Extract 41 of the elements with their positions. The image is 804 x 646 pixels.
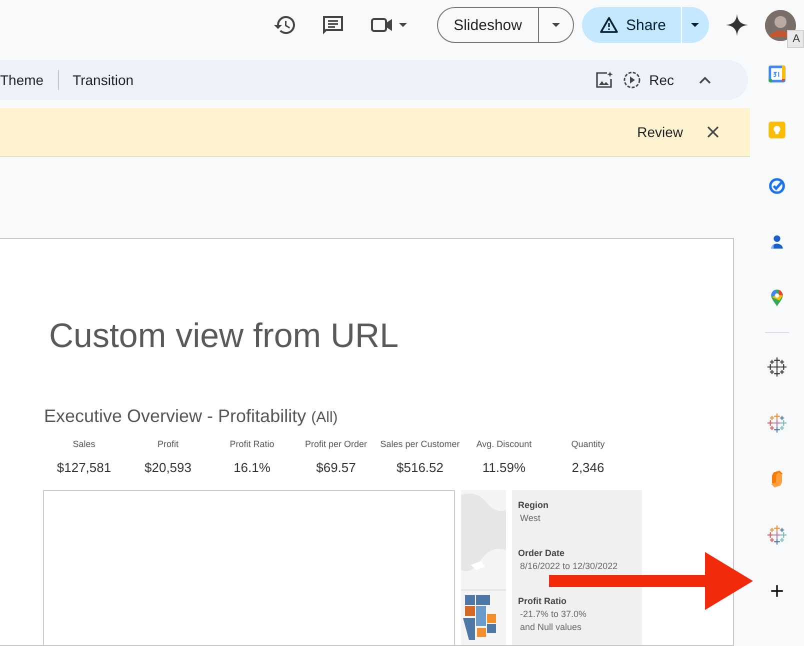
- toolbar-button[interactable]: Transition: [58, 60, 148, 100]
- calendar-icon[interactable]: [767, 64, 787, 84]
- filter-label: Region: [518, 500, 550, 510]
- kpi-label: Profit per Order: [304, 439, 368, 449]
- kpi-value: 11.59%: [482, 460, 526, 475]
- kpi-value: $127,581: [56, 460, 112, 475]
- history-icon[interactable]: [272, 13, 297, 37]
- image-sparkle-icon[interactable]: [595, 71, 614, 89]
- kpi-label: Profit Ratio: [230, 439, 274, 449]
- warning-icon: [600, 16, 618, 34]
- filter-value: -21.7% to 37.0%: [519, 609, 588, 619]
- dashboard-title: Executive Overview - Profitability: [44, 406, 306, 426]
- caret-icon: [550, 20, 561, 30]
- kpi-label: Sales per Customer: [380, 439, 460, 449]
- check-circle-icon[interactable]: [767, 176, 787, 196]
- close-icon[interactable]: [707, 126, 719, 138]
- play-circle-icon: [623, 71, 642, 89]
- kpi-value: $516.52: [396, 460, 444, 475]
- kpi-label: Sales: [72, 439, 96, 449]
- record-button[interactable]: Rec: [613, 60, 684, 100]
- kpi-label: Profit: [157, 439, 178, 449]
- filter-value: and Null values: [519, 622, 583, 632]
- kpi-value: 2,346: [572, 460, 604, 475]
- review-button[interactable]: Review: [627, 118, 693, 146]
- kpi-value: 16.1%: [234, 460, 270, 475]
- toolbar-button[interactable]: Theme: [0, 60, 58, 100]
- dashboard-qualifier: (All): [311, 409, 338, 426]
- filter-value: West: [519, 513, 542, 523]
- comment-icon[interactable]: [320, 13, 345, 37]
- tooltip: A: [786, 30, 804, 48]
- cross-cluster-icon[interactable]: [767, 357, 787, 377]
- slide-title: Custom view from URL: [49, 316, 400, 356]
- kpi-label: Quantity: [571, 439, 605, 449]
- filter-value: 8/16/2022 to 12/30/2022: [519, 561, 619, 571]
- filter-label: Profit Ratio: [518, 596, 568, 606]
- caret-icon: [690, 20, 700, 30]
- kpi-label: Avg. Discount: [476, 439, 532, 449]
- kpi-value: $69.57: [316, 460, 356, 475]
- kpi-value: $20,593: [144, 460, 192, 475]
- sparkle-icon[interactable]: [725, 13, 749, 37]
- filter-label: Order Date: [518, 548, 566, 558]
